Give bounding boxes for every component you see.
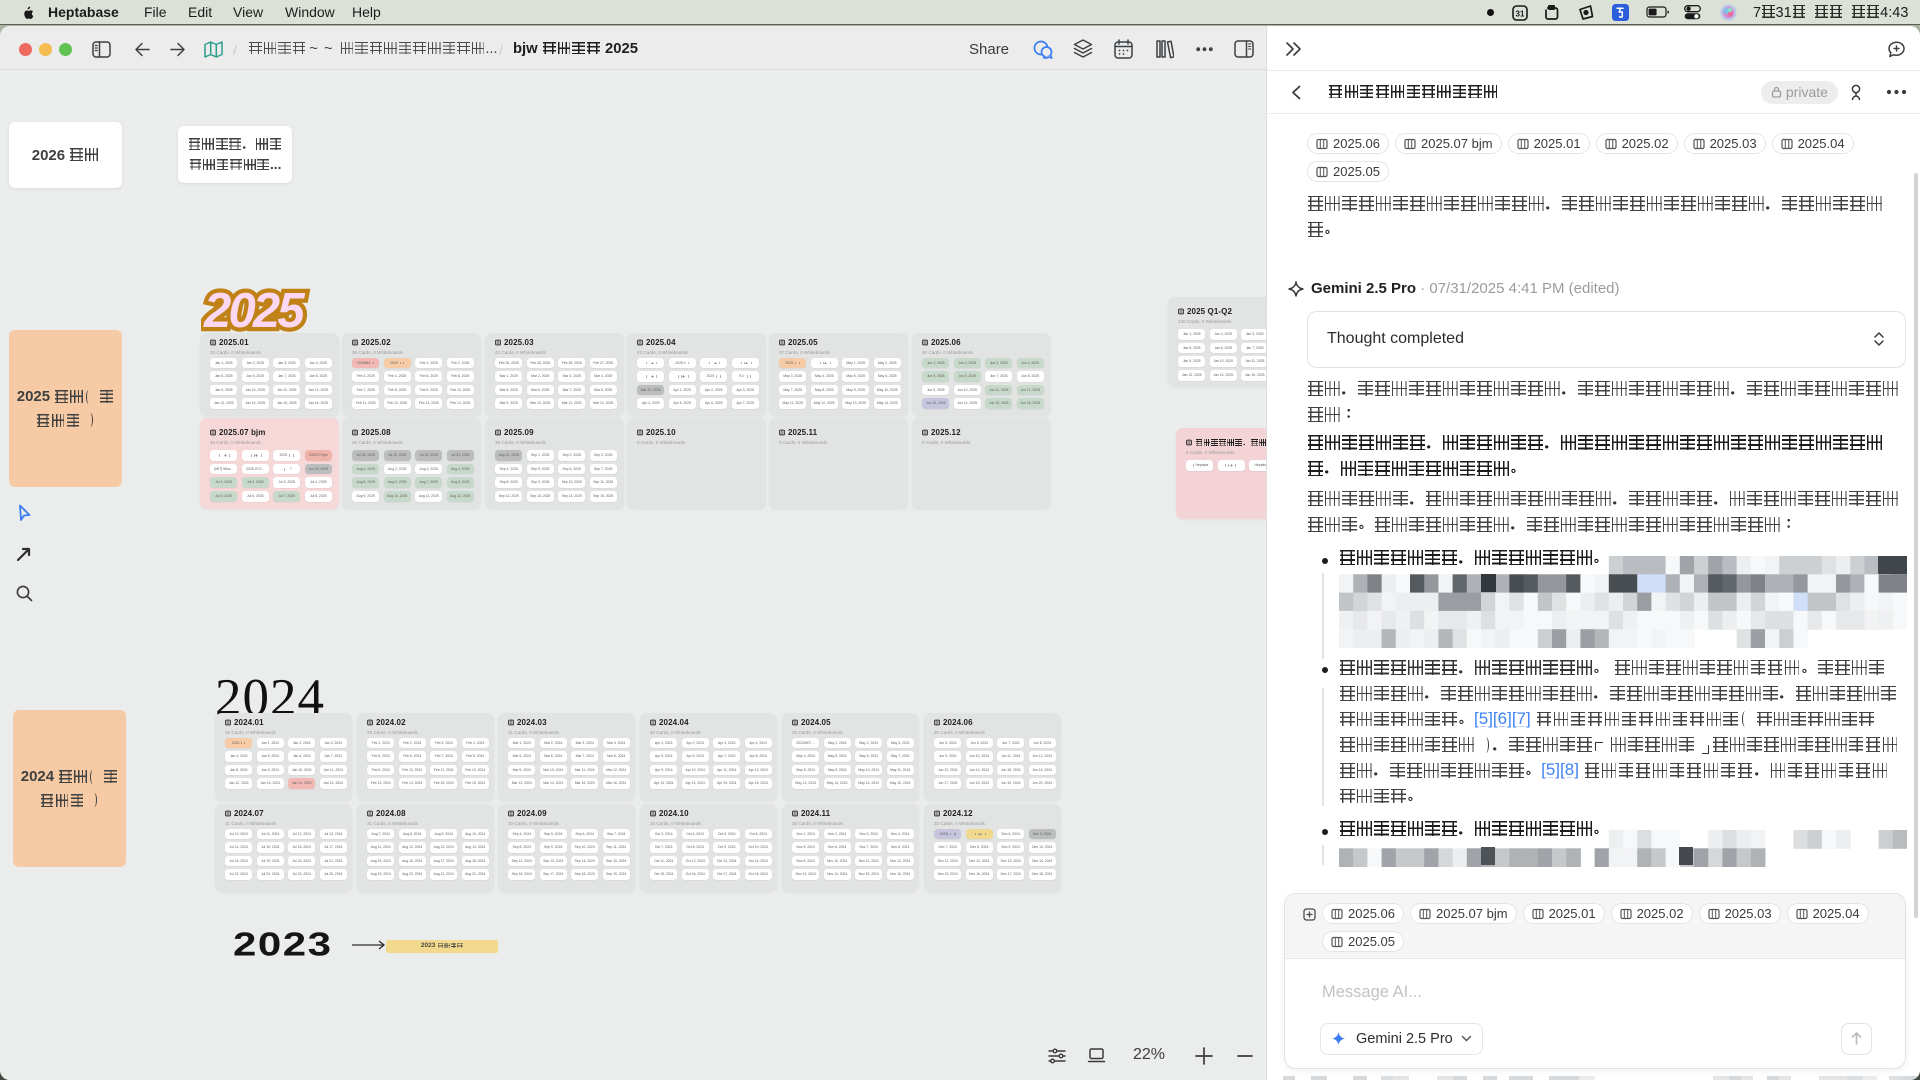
svg-text:2025: 2025 <box>203 284 305 338</box>
svg-text:31: 31 <box>1516 9 1525 18</box>
